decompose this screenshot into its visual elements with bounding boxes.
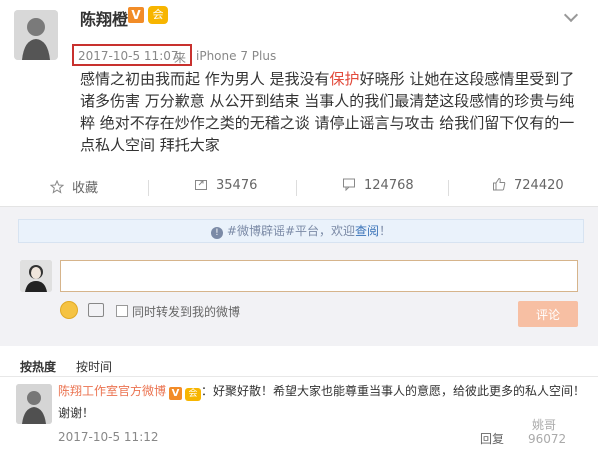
forward-checkbox-label: 同时转发到我的微博 bbox=[132, 305, 241, 319]
watermark: 姚哥 96072 bbox=[520, 416, 592, 452]
emoji-icon[interactable] bbox=[60, 301, 78, 319]
star-icon bbox=[50, 180, 64, 194]
comment-count: 124768 bbox=[364, 178, 414, 193]
comment-button[interactable]: 124768 bbox=[342, 177, 414, 193]
comment-item: 陈翔工作室官方微博 V 会：好聚好散！希望大家也能尊重当事人的意愿，给彼此更多的私人… bbox=[58, 380, 588, 424]
share-button[interactable]: 35476 bbox=[194, 177, 257, 193]
share-icon bbox=[195, 180, 207, 190]
notice-link[interactable]: 查阅 bbox=[355, 224, 379, 238]
notice-text: #微博辟谣#平台，欢迎 bbox=[226, 224, 356, 238]
source-prefix: 来 bbox=[174, 51, 187, 65]
member-badge-icon: 会 bbox=[185, 388, 202, 401]
favorite-label: 收藏 bbox=[72, 181, 99, 196]
watermark-text: 姚哥 bbox=[532, 418, 557, 432]
current-user-avatar bbox=[20, 260, 52, 292]
tab-sort-time[interactable]: 按时间 bbox=[76, 358, 112, 375]
tab-sort-hot[interactable]: 按热度 bbox=[20, 358, 56, 375]
verified-icon: V bbox=[128, 7, 144, 23]
comment-timestamp: 2017-10-5 11:12 bbox=[58, 430, 159, 444]
comment-composer: ! #微博辟谣#平台，欢迎查阅！ 同时转发到我的微博 评论 bbox=[0, 206, 598, 346]
author-name[interactable]: 陈翔橙 bbox=[80, 6, 128, 30]
divider bbox=[148, 180, 149, 196]
divider bbox=[296, 180, 297, 196]
verified-icon: V bbox=[169, 387, 183, 400]
commenter-name[interactable]: 陈翔工作室官方微博 bbox=[58, 384, 166, 398]
comment-icon bbox=[343, 178, 355, 191]
forward-checkbox[interactable] bbox=[116, 305, 128, 317]
author-avatar[interactable] bbox=[14, 10, 58, 60]
post-device: iPhone 7 Plus bbox=[196, 49, 277, 63]
submit-comment-button[interactable]: 评论 bbox=[518, 301, 578, 327]
info-icon: ! bbox=[210, 227, 223, 239]
watermark-number: 96072 bbox=[528, 432, 567, 446]
divider bbox=[448, 180, 449, 196]
post-content-highlight: 保护 bbox=[329, 70, 360, 88]
image-icon[interactable] bbox=[88, 303, 104, 317]
member-badge-icon: 会 bbox=[148, 6, 168, 24]
post-timestamp[interactable]: 2017-10-5 11:07 bbox=[78, 49, 179, 63]
post-content-part: 感情之初由我而起 作为男人 是我没有 bbox=[80, 70, 330, 88]
chevron-down-icon[interactable] bbox=[563, 7, 579, 23]
rumor-notice: ! #微博辟谣#平台，欢迎查阅！ bbox=[18, 219, 584, 243]
comment-input[interactable] bbox=[60, 260, 578, 292]
notice-suffix: ！ bbox=[379, 224, 392, 238]
post-content: 感情之初由我而起 作为男人 是我没有保护好晓彤 让她在这段感情里受到了诸多伤害 … bbox=[80, 68, 580, 156]
action-bar: 收藏 35476 124768 724420 bbox=[0, 172, 598, 202]
share-count: 35476 bbox=[216, 178, 258, 193]
like-count: 724420 bbox=[514, 178, 564, 193]
divider bbox=[0, 376, 598, 377]
commenter-avatar[interactable] bbox=[16, 384, 52, 424]
like-button[interactable]: 724420 bbox=[492, 177, 564, 193]
reply-button[interactable]: 回复 bbox=[480, 430, 504, 447]
thumbs-up-icon bbox=[493, 177, 506, 191]
favorite-button[interactable]: 收藏 bbox=[50, 177, 98, 196]
